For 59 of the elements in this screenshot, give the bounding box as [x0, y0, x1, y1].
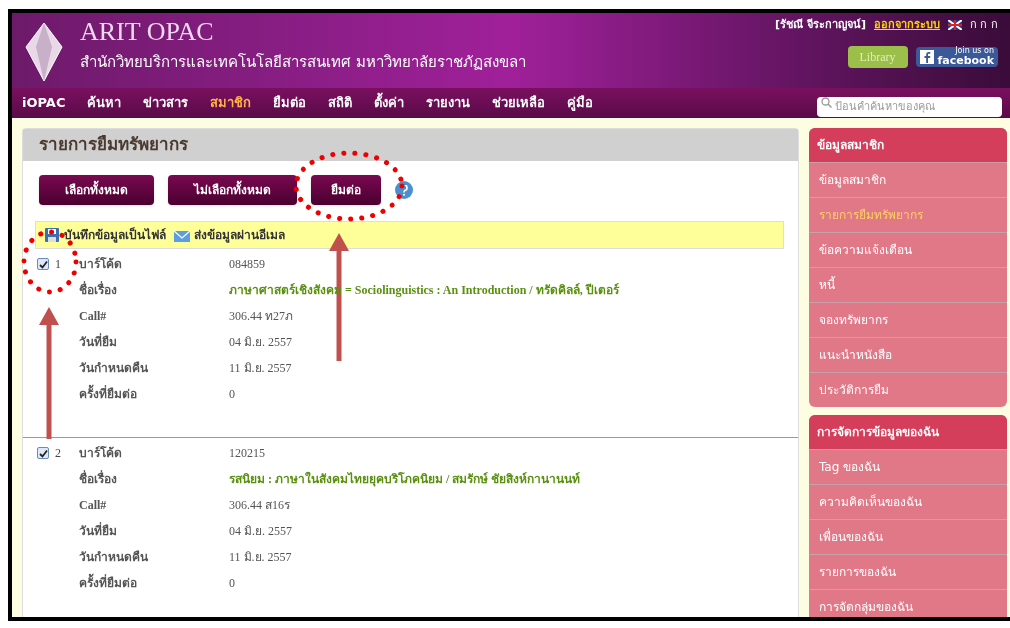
item-number: 1 — [54, 256, 62, 273]
nav-link[interactable]: ค้นหา — [87, 93, 122, 113]
site-title: ARIT OPAC — [80, 17, 215, 47]
nav-link[interactable]: ยืมต่อ — [273, 93, 307, 113]
toolbar-link[interactable]: บันทึกข้อมูลเป็นไฟล์ — [64, 226, 166, 244]
field-label: Call# — [79, 497, 108, 514]
logout-link[interactable]: ออกจากระบบ — [874, 17, 940, 34]
envelope-icon — [174, 228, 190, 242]
field-label: วันที่ยืม — [79, 333, 118, 351]
checkbox[interactable] — [37, 447, 49, 459]
title-link[interactable]: รสนิยม : ภาษาในสังคมไทยยุคบริโภคนิยม / สมรักษ์ ชัยสิงห์กานานนท์ — [229, 470, 581, 496]
facebook-join-text: Join us on — [955, 47, 994, 55]
field-label: ชื่อเรื่อง — [79, 470, 118, 488]
field-value: 0 — [229, 386, 236, 403]
search-icon — [821, 97, 832, 108]
field-label: ครั้งที่ยืมต่อ — [79, 385, 229, 411]
field-label: บาร์โค้ด — [79, 256, 123, 273]
nav-link[interactable]: ข่าวสาร — [143, 93, 189, 113]
field-value: 04 มิ.ย. 2557 — [229, 523, 293, 540]
nav-link[interactable]: คู่มือ — [567, 93, 594, 113]
nav-link[interactable]: รายงาน — [426, 93, 471, 113]
field-value: 04 มิ.ย. 2557 — [229, 334, 293, 351]
nav-link[interactable]: สมาชิก — [210, 93, 252, 113]
nav-link[interactable]: ตั้งค่า — [374, 93, 405, 113]
field-value: 11 มิ.ย. 2557 — [229, 360, 293, 377]
nav-link[interactable]: iOPAC — [22, 93, 66, 113]
field-value: 306.44 ส16ร — [229, 497, 291, 514]
field-value: 306.44 ท27ภ — [229, 308, 294, 325]
field-label: Call# — [79, 308, 108, 325]
action-button[interactable]: เลือกทั้งหมด — [39, 175, 154, 205]
facebook-button[interactable]: Join us on facebook — [915, 46, 998, 67]
action-button[interactable]: ยืมต่อ — [311, 175, 381, 205]
facebook-text: facebook — [937, 55, 994, 66]
checkbox[interactable] — [37, 258, 49, 270]
sidebar-heading: ข้อมูลสมาชิก — [809, 128, 1007, 162]
nav-link[interactable]: สถิติ — [328, 93, 353, 113]
site-subtitle: สำนักวิทยบริการและเทคโนโลยีสารสนเทศ มหาวิทยาลัยราชภัฏสงขลา — [80, 52, 526, 73]
panel-title: รายการยืมทรัพยากร — [39, 133, 188, 157]
font-size-links[interactable]: ก ก ก — [970, 17, 998, 34]
nav-link[interactable]: ช่วยเหลือ — [492, 93, 546, 113]
diamond-logo — [24, 21, 64, 83]
field-value: 084859 — [229, 256, 266, 273]
user-name: [รัชณี จีระกาญจน์] — [775, 17, 866, 33]
action-button[interactable]: ไม่เลือกทั้งหมด — [168, 175, 297, 205]
flag-icon[interactable] — [948, 20, 962, 31]
field-value: 0 — [229, 575, 236, 592]
item-number: 2 — [54, 445, 62, 462]
toolbar-link[interactable]: ส่งข้อมูลผ่านอีเมล — [194, 226, 285, 244]
sidebar-heading: การจัดการข้อมูลของฉัน — [809, 415, 1007, 449]
field-value: 11 มิ.ย. 2557 — [229, 549, 293, 566]
field-label: วันที่ยืม — [79, 522, 118, 540]
facebook-icon — [919, 49, 934, 64]
field-label: บาร์โค้ด — [79, 445, 123, 462]
field-label: วันกำหนดคืน — [79, 549, 149, 566]
field-label: วันกำหนดคืน — [79, 360, 149, 377]
search-field[interactable]: ป้อนคำค้นหาของคุณ — [817, 96, 1002, 117]
field-value: 120215 — [229, 445, 266, 462]
field-label: ครั้งที่ยืมต่อ — [79, 574, 229, 600]
field-label: ชื่อเรื่อง — [79, 281, 118, 299]
